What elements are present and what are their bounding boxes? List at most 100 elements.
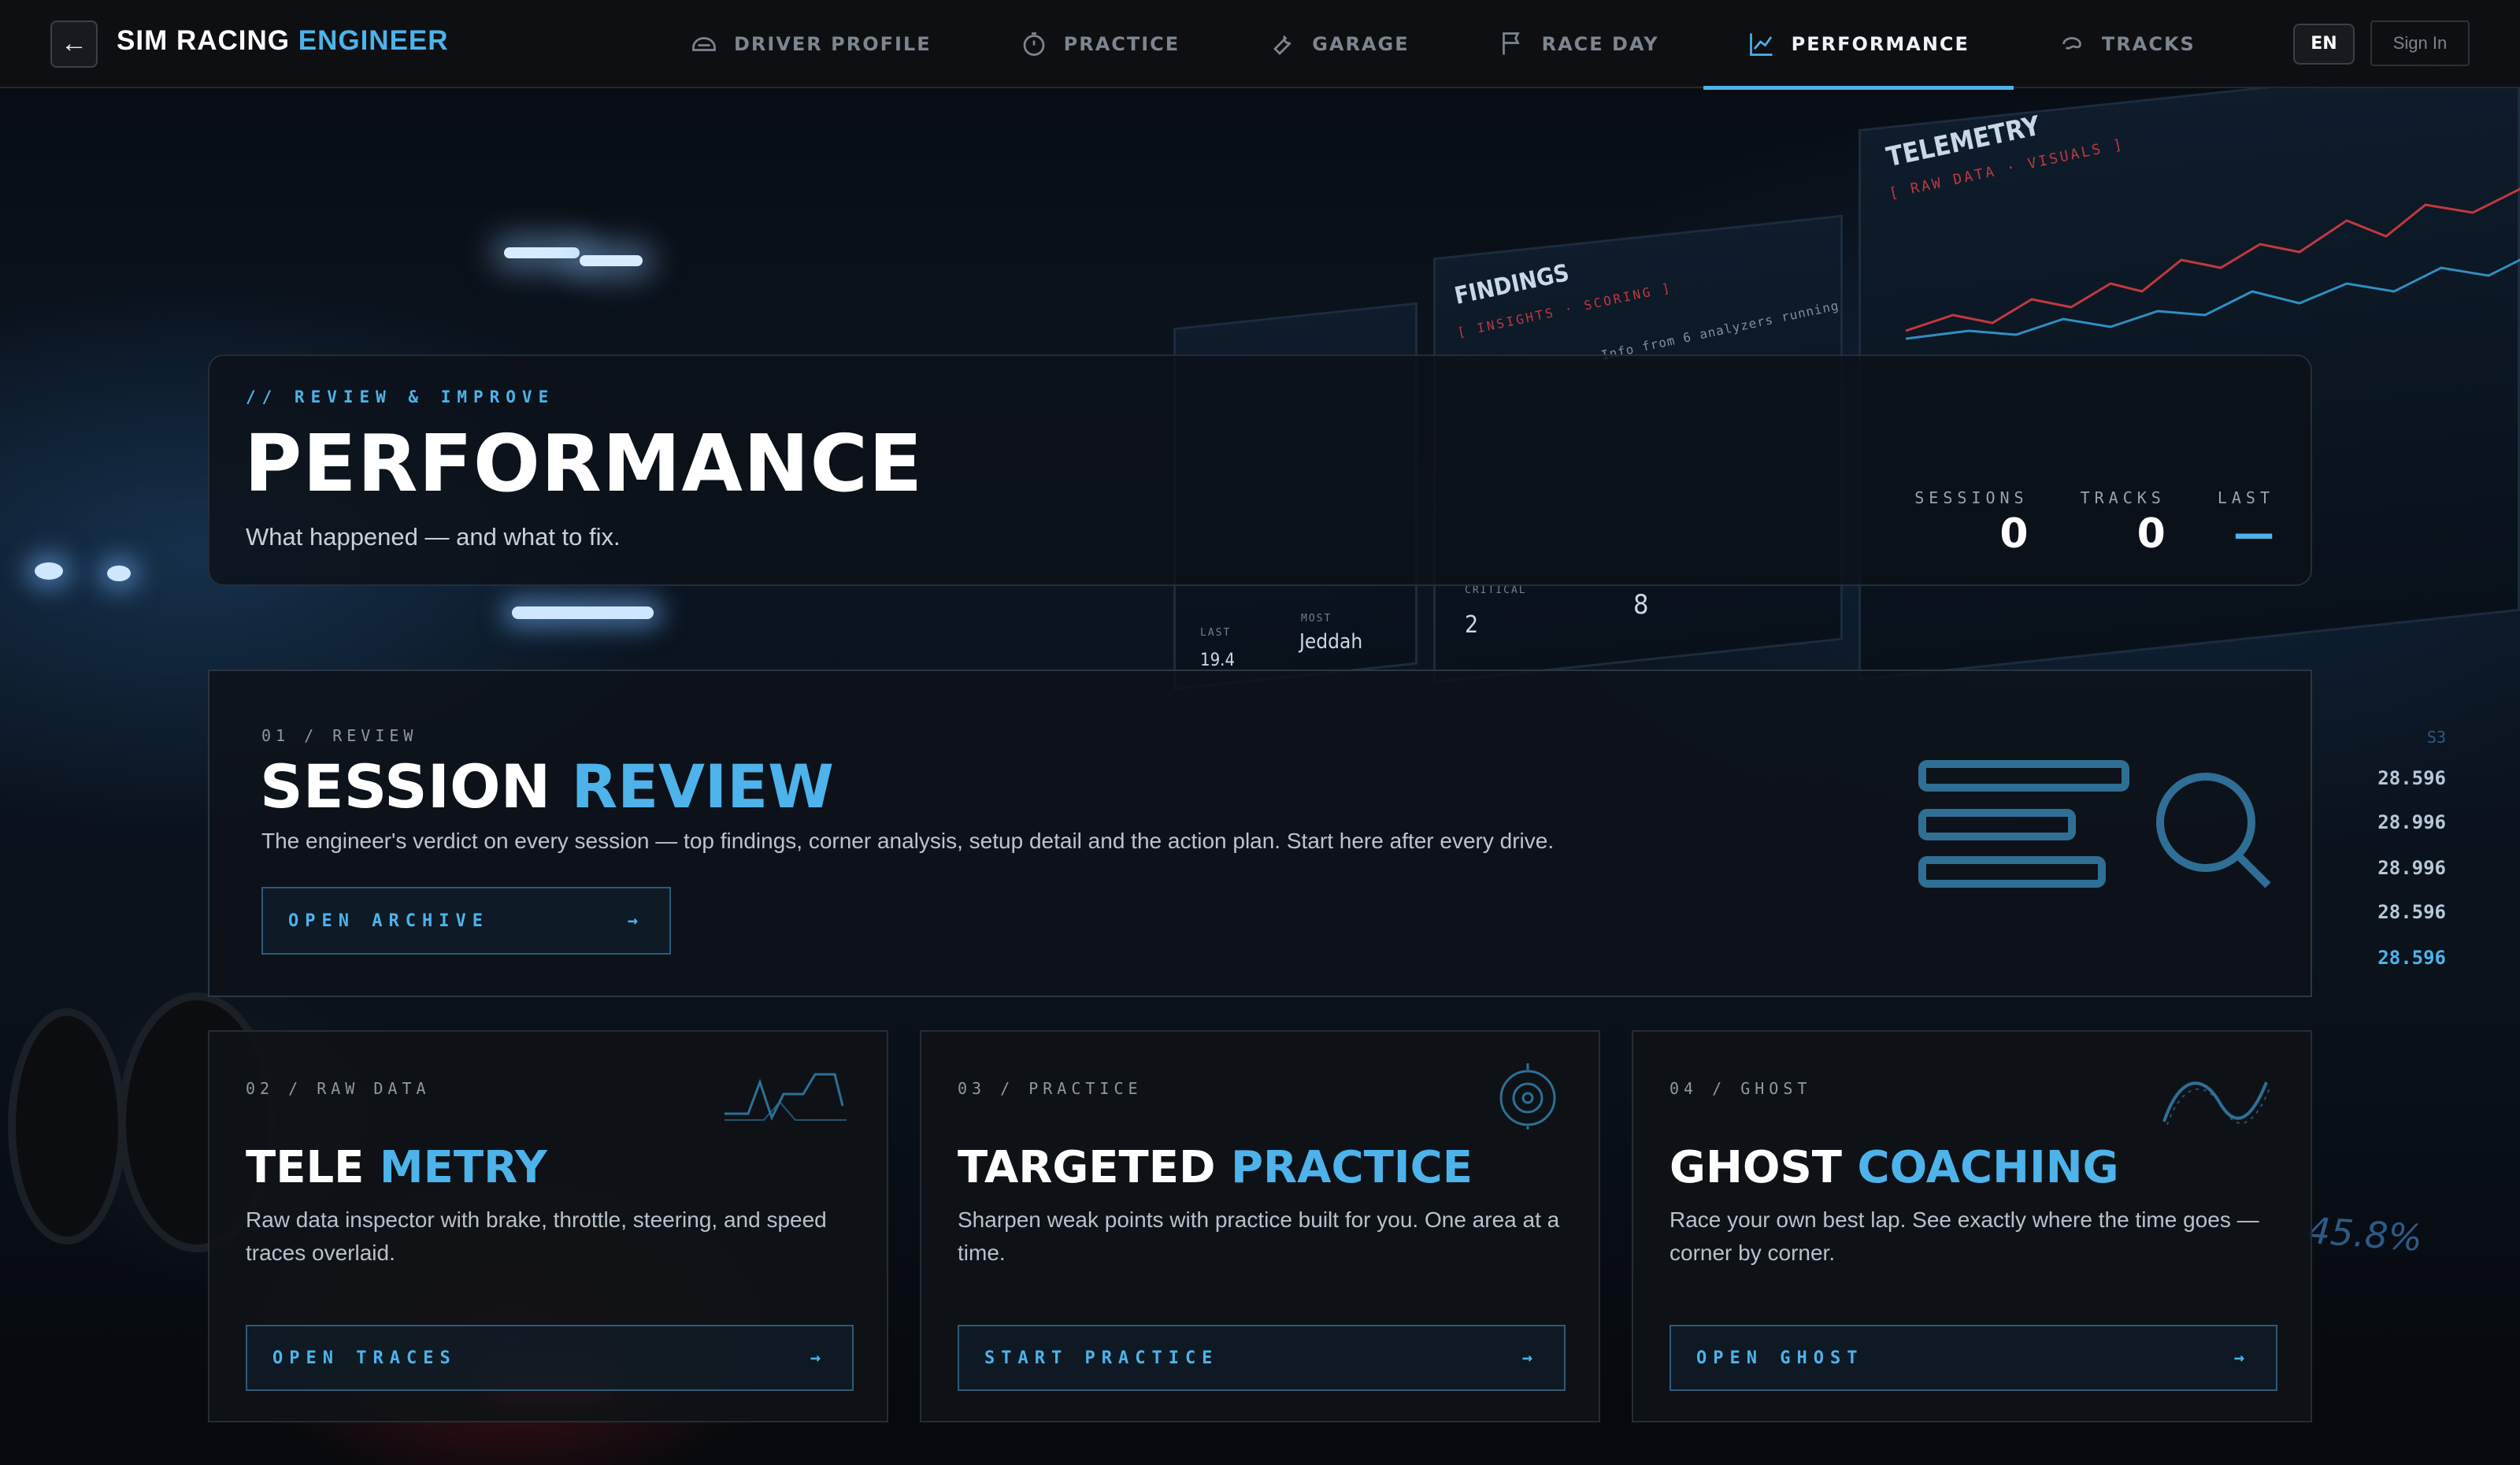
review-title-accent: REVIEW — [571, 751, 834, 822]
card-title: TARGETED PRACTICE — [958, 1142, 1473, 1193]
card-telemetry: 02 / RAW DATA TELE METRY Raw data inspec… — [208, 1030, 888, 1422]
stat-value: 0 — [1999, 510, 2029, 558]
lap-time: 28.596 — [2377, 901, 2446, 923]
wave-icon — [2162, 1081, 2270, 1126]
hero-eyebrow: // REVIEW & IMPROVE — [246, 388, 555, 406]
start-practice-button[interactable]: START PRACTICE → — [958, 1325, 1566, 1391]
card-description: Race your own best lap. See exactly wher… — [1670, 1207, 2259, 1265]
stat-label: TRACKS — [2080, 488, 2166, 507]
monitor-value: 2 — [1465, 611, 1479, 639]
button-label: OPEN TRACES — [272, 1348, 457, 1368]
tab-label: PRACTICE — [1063, 33, 1180, 55]
card-title-accent: COACHING — [1857, 1142, 2119, 1193]
monitor-label: MOST — [1301, 613, 1332, 625]
card-title: TELE METRY — [246, 1142, 547, 1193]
arrow-left-icon: ← — [61, 28, 87, 58]
target-icon — [1499, 1063, 1556, 1129]
review-kicker: 01 / REVIEW — [261, 726, 418, 745]
tab-race-day[interactable]: RACE DAY — [1454, 0, 1703, 88]
card-targeted-practice: 03 / PRACTICE TARGETED PRACTICE Sharpen … — [920, 1030, 1600, 1422]
tab-label: DRIVER PROFILE — [734, 33, 932, 55]
stat-label: LAST — [2217, 488, 2274, 507]
helmet-icon — [692, 37, 716, 51]
monitor-value: 8 — [1633, 589, 1649, 621]
brand-accent: ENGINEER — [298, 25, 449, 56]
tab-garage[interactable]: GARAGE — [1224, 0, 1453, 88]
button-label: OPEN ARCHIVE — [288, 911, 489, 931]
arrow-right-icon: → — [2233, 1348, 2244, 1368]
card-title-main: TARGETED — [958, 1142, 1216, 1193]
top-nav: ← SIM RACING ENGINEER DRIVER PROFILE PRA… — [0, 0, 2520, 90]
review-description: The engineer's verdict on every session … — [261, 829, 1555, 853]
lap-time: 28.596 — [2377, 947, 2446, 969]
stat-label: SESSIONS — [1914, 488, 2029, 507]
open-archive-button[interactable]: OPEN ARCHIVE → — [261, 887, 671, 955]
hero-panel: // REVIEW & IMPROVE PERFORMANCE What hap… — [208, 354, 2312, 586]
open-traces-button[interactable]: OPEN TRACES → — [246, 1325, 854, 1391]
monitor-label: CRITICAL — [1465, 584, 1527, 596]
stat-value: 0 — [2136, 510, 2166, 558]
pulse-trace-icon — [724, 1073, 847, 1121]
monitor-label: LAST — [1200, 627, 1232, 639]
percent-readout: 45.8% — [2306, 1208, 2424, 1260]
sector-label: S3 — [2426, 728, 2446, 747]
list-search-icon — [1918, 760, 2271, 888]
tab-label: PERFORMANCE — [1791, 33, 1970, 55]
card-kicker: 03 / PRACTICE — [958, 1079, 1143, 1098]
lap-time: 28.996 — [2377, 811, 2446, 833]
open-ghost-button[interactable]: OPEN GHOST → — [1670, 1325, 2277, 1391]
stats-group: SESSIONS 0 TRACKS 0 LAST — — [1862, 488, 2274, 558]
session-review-panel: 01 / REVIEW SESSION REVIEW The engineer'… — [208, 669, 2312, 997]
line-chart-icon — [1749, 33, 1773, 56]
review-title: SESSION REVIEW — [260, 751, 834, 822]
card-kicker: 04 / GHOST — [1670, 1079, 1812, 1098]
card-title-main: TELE — [246, 1142, 365, 1193]
card-title-main: GHOST — [1670, 1142, 1842, 1193]
tab-label: RACE DAY — [1541, 33, 1659, 55]
stadium-light — [107, 566, 131, 581]
card-title: GHOST COACHING — [1670, 1142, 2119, 1193]
page-subtitle: What happened — and what to fix. — [246, 523, 621, 551]
arrow-right-icon: → — [1521, 1348, 1532, 1368]
telemetry-traces — [1906, 187, 2520, 340]
page-title: PERFORMANCE — [244, 417, 924, 510]
car-wheel — [8, 1008, 126, 1244]
lap-time: 28.996 — [2377, 857, 2446, 879]
monitor-value: Jeddah — [1299, 630, 1363, 654]
button-label: OPEN GHOST — [1696, 1348, 1864, 1368]
lap-time: 28.596 — [2377, 767, 2446, 789]
wrench-icon — [1273, 35, 1292, 55]
card-description: Sharpen weak points with practice built … — [958, 1207, 1560, 1265]
stat-value: — — [2233, 510, 2274, 558]
sign-in-button[interactable]: Sign In — [2370, 20, 2470, 66]
tab-tracks[interactable]: TRACKS — [2014, 0, 2240, 88]
monitor-value: 19.4 — [1200, 651, 1236, 670]
card-kicker: 02 / RAW DATA — [246, 1079, 431, 1098]
arrow-right-icon: → — [810, 1348, 821, 1368]
tab-label: GARAGE — [1312, 33, 1410, 55]
main-tabs: DRIVER PROFILE PRACTICE GARAGE RACE DAY … — [646, 0, 2240, 90]
stopwatch-icon — [1023, 32, 1044, 56]
tab-label: TRACKS — [2101, 33, 2196, 55]
language-selector[interactable]: EN — [2293, 24, 2355, 65]
stat-last: LAST — — [2218, 488, 2274, 558]
brand-main: SIM RACING — [117, 25, 290, 56]
tab-practice[interactable]: PRACTICE — [976, 0, 1225, 88]
arrow-right-icon: → — [627, 911, 638, 931]
ceiling-light — [504, 247, 580, 258]
stadium-light — [512, 606, 654, 619]
card-description: Raw data inspector with brake, throttle,… — [246, 1207, 827, 1265]
brand-logo[interactable]: SIM RACING ENGINEER — [117, 25, 449, 57]
back-button[interactable]: ← — [50, 20, 98, 68]
card-title-accent: PRACTICE — [1230, 1142, 1473, 1193]
stadium-light — [35, 562, 63, 580]
button-label: START PRACTICE — [984, 1348, 1219, 1368]
review-title-main: SESSION — [260, 751, 551, 822]
flag-icon — [1502, 32, 1520, 55]
stat-tracks: TRACKS 0 — [2081, 488, 2166, 558]
ceiling-light — [580, 255, 643, 266]
tab-driver-profile[interactable]: DRIVER PROFILE — [646, 0, 976, 88]
track-icon — [2062, 37, 2081, 50]
tab-performance[interactable]: PERFORMANCE — [1703, 0, 2014, 90]
stat-sessions: SESSIONS 0 — [1914, 488, 2028, 558]
